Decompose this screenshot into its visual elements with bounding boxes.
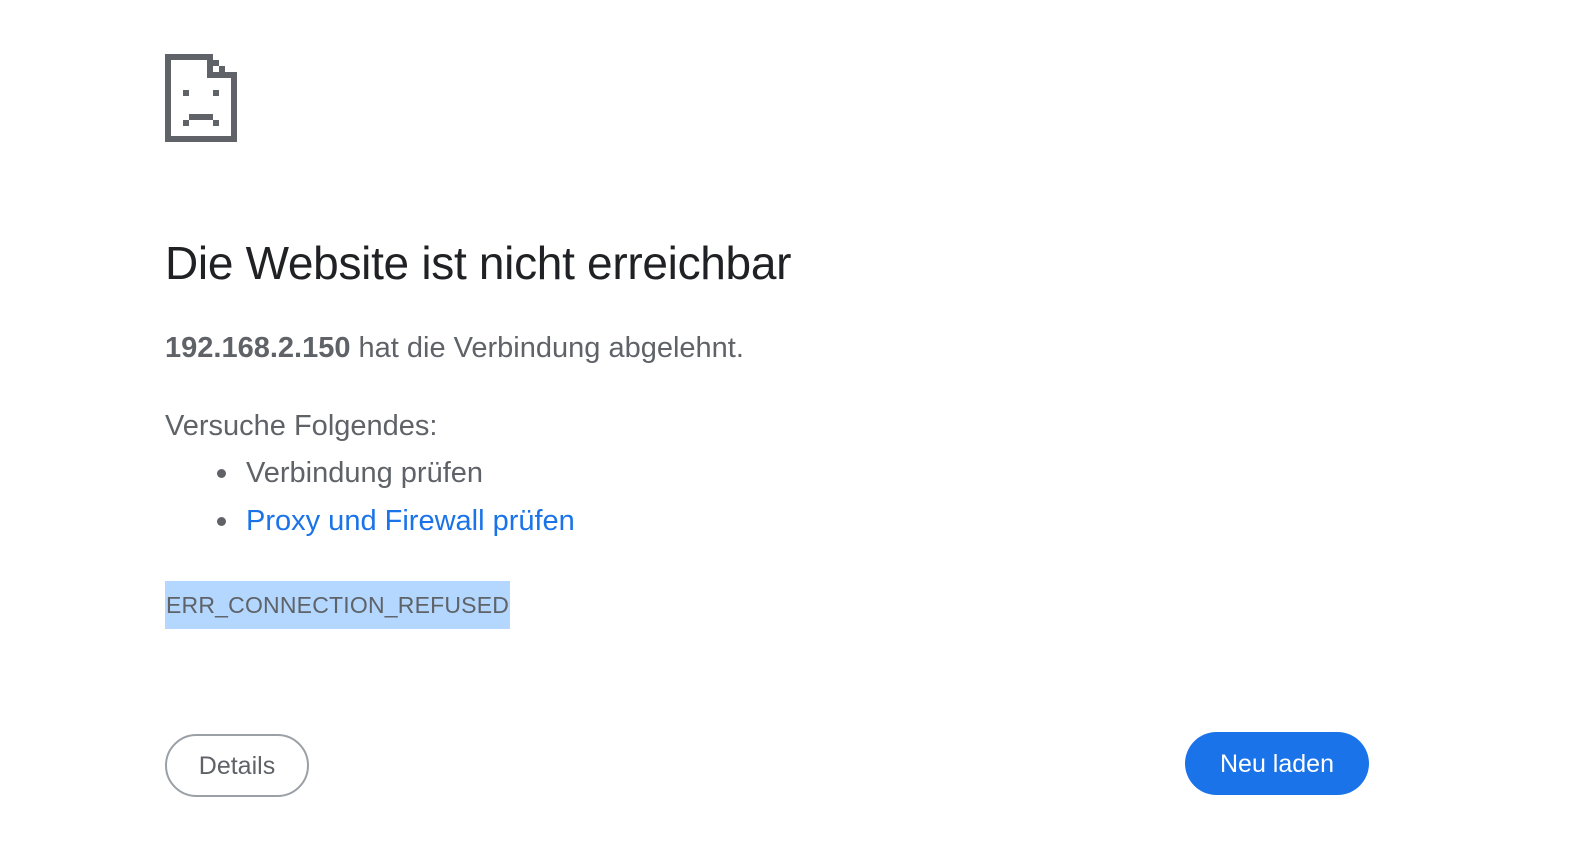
summary-message: hat die Verbindung abgelehnt. [350,332,744,364]
suggestions-heading: Versuche Folgendes: [165,410,438,442]
details-button[interactable]: Details [165,734,309,797]
bullet-icon [217,469,226,478]
error-code: ERR_CONNECTION_REFUSED [165,581,511,629]
suggestions-list: Verbindung prüfen Proxy und Firewall prü… [165,456,575,552]
bullet-icon [217,517,226,526]
check-proxy-firewall-link[interactable]: Proxy und Firewall prüfen [246,505,575,537]
suggestion-check-connection: Verbindung prüfen [246,457,484,489]
page-title: Die Website ist nicht erreichbar [165,237,792,289]
list-item: Proxy und Firewall prüfen [165,504,575,552]
host-address: 192.168.2.150 [165,332,351,364]
error-summary: 192.168.2.150 hat die Verbindung abgeleh… [165,332,744,365]
list-item: Verbindung prüfen [165,456,575,504]
sad-page-icon [165,54,237,142]
reload-button[interactable]: Neu laden [1185,732,1369,795]
error-page: Die Website ist nicht erreichbar 192.168… [0,0,1594,852]
